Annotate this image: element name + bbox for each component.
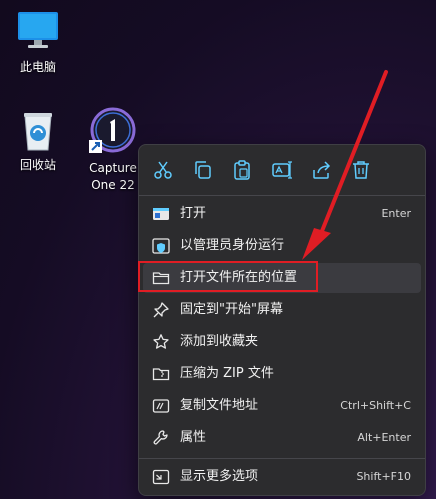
star-icon [153, 334, 169, 349]
menu-item-label: 属性 [180, 430, 207, 445]
desktop-icon-label: 此电脑 [19, 60, 56, 74]
menu-item-label: 固定到"开始"屏幕 [180, 302, 283, 317]
menu-item-label: 复制文件地址 [180, 398, 259, 413]
pin-icon [153, 302, 169, 318]
menu-item-open[interactable]: 打开 Enter [143, 199, 421, 229]
more-options-icon [152, 469, 170, 485]
share-icon[interactable] [310, 158, 334, 182]
desktop-icon-this-pc[interactable]: 此电脑 [0, 8, 78, 76]
menu-item-compress-zip[interactable]: 压缩为 ZIP 文件 [143, 359, 421, 389]
menu-item-properties[interactable]: 属性 Alt+Enter [143, 423, 421, 453]
delete-icon[interactable] [349, 158, 373, 182]
menu-item-label: 压缩为 ZIP 文件 [180, 366, 274, 381]
cut-icon[interactable] [151, 158, 175, 182]
menu-item-pin-to-start[interactable]: 固定到"开始"屏幕 [143, 295, 421, 325]
admin-shield-icon [152, 238, 170, 254]
menu-item-shortcut: Alt+Enter [357, 431, 411, 444]
menu-item-label: 显示更多选项 [180, 469, 259, 484]
menu-separator [139, 458, 425, 459]
menu-item-label: 以管理员身份运行 [180, 238, 285, 253]
desktop-icon-label: 回收站 [19, 158, 56, 172]
copy-icon[interactable] [191, 158, 215, 182]
menu-item-shortcut: Enter [381, 207, 411, 220]
zip-folder-icon [152, 368, 170, 381]
monitor-icon [18, 12, 58, 48]
menu-item-copy-path[interactable]: 复制文件地址 Ctrl+Shift+C [143, 391, 421, 421]
menu-item-label: 添加到收藏夹 [180, 334, 259, 349]
menu-item-shortcut: Shift+F10 [356, 470, 411, 483]
menu-item-show-more-options[interactable]: 显示更多选项 Shift+F10 [143, 462, 421, 492]
menu-separator [139, 195, 425, 196]
paste-icon[interactable] [230, 158, 254, 182]
menu-item-add-to-favorites[interactable]: 添加到收藏夹 [143, 327, 421, 357]
menu-item-shortcut: Ctrl+Shift+C [340, 399, 411, 412]
copy-path-icon [152, 399, 170, 413]
context-menu-toolbar [139, 145, 425, 195]
capture-one-app-icon [89, 107, 136, 153]
menu-item-label: 打开 [180, 206, 207, 221]
desktop-icon-recycle-bin[interactable]: 回收站 [0, 108, 78, 174]
app-window-icon [153, 208, 169, 220]
recycle-bin-icon [24, 113, 52, 151]
context-menu: 打开 Enter 以管理员身份运行 打开文件所在的位置 固定到"开始"屏幕 添加… [138, 144, 426, 496]
highlight-annotation-box [138, 261, 318, 292]
rename-icon[interactable] [270, 158, 294, 182]
wrench-icon [153, 430, 168, 445]
menu-item-run-as-admin[interactable]: 以管理员身份运行 [143, 231, 421, 261]
